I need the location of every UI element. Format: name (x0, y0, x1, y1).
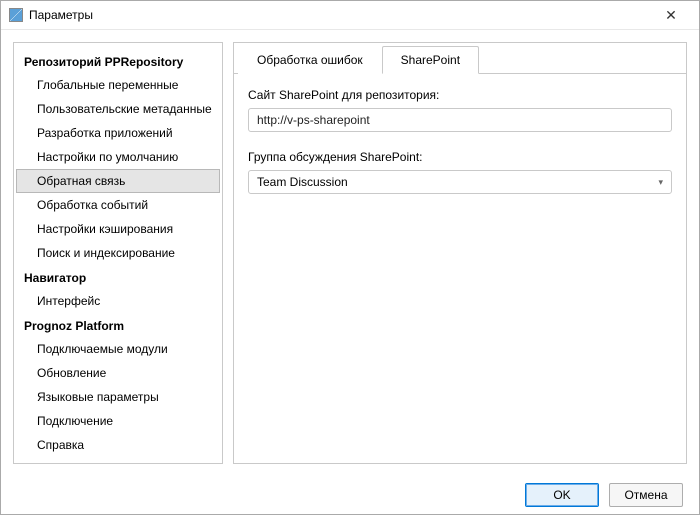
tab-content-sharepoint: Сайт SharePoint для репозитория: Группа … (234, 74, 686, 463)
sidebar-item-defaults[interactable]: Настройки по умолчанию (16, 145, 220, 169)
window-title: Параметры (29, 8, 93, 22)
sidebar-item-connection[interactable]: Подключение (16, 409, 220, 433)
sidebar-section-repository: Репозиторий PPRepository (14, 49, 222, 73)
app-icon (9, 8, 23, 22)
combo-discussion-group[interactable]: Team Discussion ▾ (248, 170, 672, 194)
sidebar-item-help[interactable]: Справка (16, 433, 220, 457)
sidebar-section-prognoz: Prognoz Platform (14, 313, 222, 337)
label-sharepoint-site: Сайт SharePoint для репозитория: (248, 88, 672, 102)
sidebar-item-caching[interactable]: Настройки кэширования (16, 217, 220, 241)
tab-sharepoint[interactable]: SharePoint (382, 46, 479, 74)
sidebar-item-interface[interactable]: Интерфейс (16, 289, 220, 313)
sidebar-item-event-handling[interactable]: Обработка событий (16, 193, 220, 217)
dialog-window: Параметры ✕ Репозиторий PPRepository Гло… (0, 0, 700, 515)
combo-discussion-group-value: Team Discussion (257, 175, 348, 189)
sidebar-item-app-dev[interactable]: Разработка приложений (16, 121, 220, 145)
tabstrip: Обработка ошибок SharePoint (234, 43, 686, 74)
close-icon[interactable]: ✕ (651, 1, 691, 29)
input-sharepoint-site[interactable] (248, 108, 672, 132)
chevron-down-icon: ▾ (658, 177, 663, 188)
titlebar: Параметры ✕ (1, 1, 699, 30)
sidebar: Репозиторий PPRepository Глобальные пере… (13, 42, 223, 464)
sidebar-item-global-vars[interactable]: Глобальные переменные (16, 73, 220, 97)
tab-error-handling[interactable]: Обработка ошибок (238, 46, 382, 74)
sidebar-item-lang[interactable]: Языковые параметры (16, 385, 220, 409)
sidebar-item-feedback[interactable]: Обратная связь (16, 169, 220, 193)
sidebar-item-user-metadata[interactable]: Пользовательские метаданные (16, 97, 220, 121)
cancel-button[interactable]: Отмена (609, 483, 683, 507)
dialog-body: Репозиторий PPRepository Глобальные пере… (1, 30, 699, 476)
sidebar-item-plugins[interactable]: Подключаемые модули (16, 337, 220, 361)
sidebar-section-navigator: Навигатор (14, 265, 222, 289)
main-panel: Обработка ошибок SharePoint Сайт SharePo… (233, 42, 687, 464)
sidebar-item-search-index[interactable]: Поиск и индексирование (16, 241, 220, 265)
ok-button[interactable]: OK (525, 483, 599, 507)
label-discussion-group: Группа обсуждения SharePoint: (248, 150, 672, 164)
sidebar-item-update[interactable]: Обновление (16, 361, 220, 385)
dialog-footer: OK Отмена (1, 476, 699, 514)
